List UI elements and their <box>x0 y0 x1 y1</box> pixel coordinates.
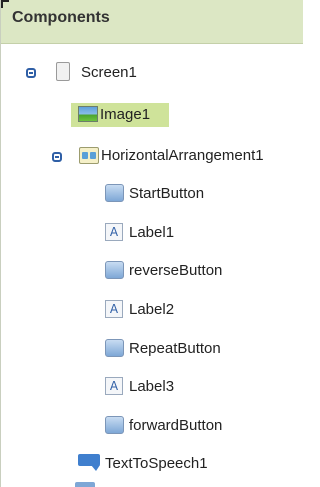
tree-node-repeat-button[interactable]: RepeatButton <box>1 336 303 362</box>
tree-node-label: forwardButton <box>129 417 223 434</box>
tree-node-label: reverseButton <box>129 262 223 279</box>
clipped-next-icon <box>75 482 95 487</box>
tree-node-label: RepeatButton <box>129 340 221 357</box>
text-to-speech-icon <box>78 454 100 471</box>
horizontal-arrangement-icon <box>79 147 99 164</box>
label-icon: A <box>105 377 123 395</box>
screen-icon <box>56 62 70 81</box>
button-icon <box>105 184 124 202</box>
corner-marker <box>1 0 9 8</box>
tree-node-label: TextToSpeech1 <box>105 455 208 472</box>
tree-node-label2[interactable]: A Label2 <box>1 297 303 323</box>
label-icon: A <box>105 223 123 241</box>
tree-node-label: Screen1 <box>81 64 137 81</box>
panel-title: Components <box>12 9 110 26</box>
tree-node-forward-button[interactable]: forwardButton <box>1 413 303 439</box>
tree-node-label: StartButton <box>129 185 205 202</box>
tree-node-label: Label3 <box>129 378 175 395</box>
tree-node-label: Label1 <box>129 224 175 241</box>
label-icon: A <box>105 300 123 318</box>
button-icon <box>105 416 124 434</box>
collapse-toggle-icon[interactable] <box>26 68 36 78</box>
components-header: Components <box>1 0 303 44</box>
tree-node-image[interactable]: Image1 <box>1 102 303 128</box>
collapse-toggle-icon[interactable] <box>52 152 62 162</box>
tree-node-reverse-button[interactable]: reverseButton <box>1 258 303 284</box>
tree-node-label: Label2 <box>129 301 175 318</box>
tree-node-label: Image1 <box>100 106 151 123</box>
tree-node-label3[interactable]: A Label3 <box>1 374 303 400</box>
tree-node-label1[interactable]: A Label1 <box>1 220 303 246</box>
components-panel: Components Screen1 Image1 HorizontalArra… <box>0 0 303 487</box>
tree-node-label: HorizontalArrangement1 <box>101 147 264 164</box>
button-icon <box>105 261 124 279</box>
image-icon <box>78 106 98 122</box>
tree-node-horizontal-arrangement[interactable]: HorizontalArrangement1 <box>1 143 303 169</box>
speech-bubble-tail <box>91 465 100 471</box>
button-icon <box>105 339 124 357</box>
tree-node-text-to-speech[interactable]: TextToSpeech1 <box>1 451 303 477</box>
component-tree: Screen1 Image1 HorizontalArrangement1 St… <box>1 44 303 487</box>
tree-node-start-button[interactable]: StartButton <box>1 181 303 207</box>
tree-node-screen[interactable]: Screen1 <box>1 60 303 86</box>
